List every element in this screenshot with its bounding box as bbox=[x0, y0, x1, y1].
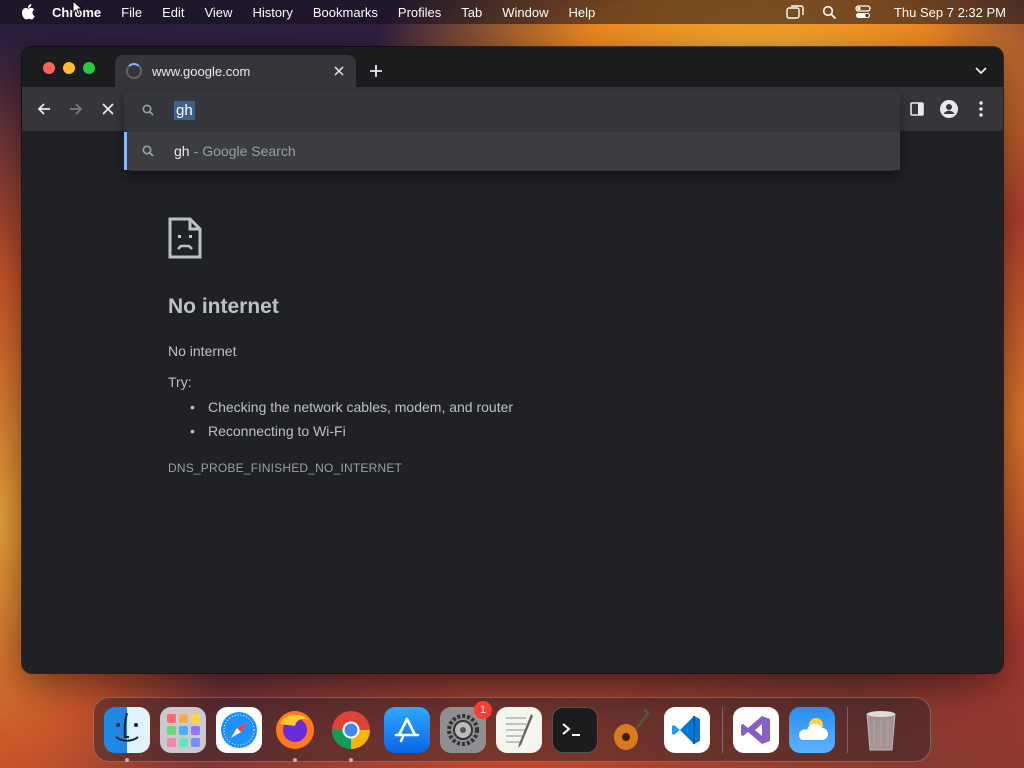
error-title: No internet bbox=[168, 295, 279, 318]
control-center-icon[interactable] bbox=[854, 3, 872, 21]
search-icon bbox=[140, 102, 156, 118]
side-panel-icon[interactable] bbox=[907, 99, 927, 119]
finder-icon bbox=[115, 712, 139, 742]
menu-status-area: Thu Sep 7 2:32 PM bbox=[786, 0, 1006, 24]
tab-strip: www.google.com bbox=[22, 47, 1003, 87]
dock-visual-studio-code[interactable] bbox=[664, 706, 710, 753]
menu-bookmarks[interactable]: Bookmarks bbox=[313, 5, 378, 20]
notification-badge: 1 bbox=[474, 700, 492, 719]
tab-title: www.google.com bbox=[152, 63, 251, 79]
suggestion-description: Google Search bbox=[202, 143, 296, 159]
dock-visual-studio[interactable] bbox=[733, 706, 779, 753]
terminal-icon bbox=[562, 722, 580, 736]
menu-edit[interactable]: Edit bbox=[162, 5, 184, 20]
dock: 1 bbox=[93, 697, 931, 762]
window-controls bbox=[43, 62, 95, 74]
launchpad-icon bbox=[167, 713, 200, 747]
forward-button[interactable] bbox=[66, 99, 86, 119]
dock-system-settings[interactable]: 1 bbox=[440, 700, 492, 753]
menu-clock[interactable]: Thu Sep 7 2:32 PM bbox=[894, 5, 1006, 20]
dock-safari[interactable] bbox=[216, 706, 262, 753]
error-suggestions: Checking the network cables, modem, and … bbox=[168, 395, 513, 443]
back-button[interactable] bbox=[34, 99, 54, 119]
error-message: No internet bbox=[168, 343, 237, 359]
dock-firefox[interactable] bbox=[272, 707, 318, 762]
minimize-window-button[interactable] bbox=[63, 62, 75, 74]
loading-spinner-icon bbox=[126, 63, 142, 79]
dock-textedit[interactable] bbox=[496, 706, 542, 753]
menu-file[interactable]: File bbox=[121, 5, 142, 20]
menu-history[interactable]: History bbox=[252, 5, 292, 20]
toolbar-right-tools bbox=[907, 99, 991, 119]
dock-launchpad[interactable] bbox=[160, 706, 206, 753]
tab-google[interactable]: www.google.com bbox=[115, 55, 356, 87]
menu-help[interactable]: Help bbox=[569, 5, 596, 20]
zoom-window-button[interactable] bbox=[83, 62, 95, 74]
dock-separator bbox=[847, 706, 848, 753]
mouse-cursor-icon bbox=[72, 0, 84, 16]
tab-search-chevron-icon[interactable] bbox=[973, 63, 989, 79]
list-item: Checking the network cables, modem, and … bbox=[168, 395, 513, 419]
weather-icon bbox=[798, 717, 828, 740]
guitar-icon bbox=[614, 707, 650, 750]
suggestion-separator: - bbox=[193, 143, 199, 159]
dock-finder[interactable] bbox=[104, 706, 150, 762]
omnibox-selected-text[interactable]: gh bbox=[174, 100, 195, 120]
chrome-icon bbox=[331, 710, 371, 749]
sad-page-icon bbox=[168, 217, 202, 259]
search-icon bbox=[140, 143, 156, 159]
stop-loading-button[interactable] bbox=[98, 99, 118, 119]
dock-weather[interactable] bbox=[789, 706, 835, 753]
list-item: Reconnecting to Wi-Fi bbox=[168, 419, 513, 443]
omnibox-input[interactable]: gh bbox=[174, 99, 195, 121]
menu-window[interactable]: Window bbox=[502, 5, 548, 20]
menu-tab[interactable]: Tab bbox=[461, 5, 482, 20]
running-indicator bbox=[293, 757, 297, 762]
apple-menu-icon[interactable] bbox=[18, 0, 38, 24]
menu-view[interactable]: View bbox=[204, 5, 232, 20]
screen-mirroring-icon[interactable] bbox=[786, 3, 804, 21]
textedit-icon bbox=[506, 713, 533, 748]
omnibox-suggestion[interactable]: gh - Google Search bbox=[124, 132, 900, 170]
try-label: Try: bbox=[168, 374, 192, 390]
dock-app-store[interactable] bbox=[384, 706, 430, 753]
dock-google-chrome[interactable] bbox=[328, 707, 374, 762]
firefox-icon bbox=[276, 710, 314, 749]
dock-terminal[interactable] bbox=[552, 706, 598, 753]
menu-items: Chrome File Edit View History Bookmarks … bbox=[52, 5, 615, 20]
profile-avatar-icon[interactable] bbox=[939, 99, 959, 119]
menu-profiles[interactable]: Profiles bbox=[398, 5, 441, 20]
tab-close-icon[interactable] bbox=[330, 62, 348, 80]
chrome-window: www.google.com No internet No internet T… bbox=[22, 47, 1003, 673]
running-indicator bbox=[349, 757, 353, 762]
dock-trash[interactable] bbox=[858, 707, 904, 753]
omnibox-input-row[interactable]: gh bbox=[124, 91, 900, 129]
error-code: DNS_PROBE_FINISHED_NO_INTERNET bbox=[168, 461, 403, 475]
error-page: No internet No internet Try: Checking th… bbox=[22, 131, 1003, 673]
menu-bar: Chrome File Edit View History Bookmarks … bbox=[0, 0, 1024, 24]
trash-icon bbox=[866, 710, 896, 750]
spotlight-search-icon[interactable] bbox=[820, 3, 838, 21]
close-window-button[interactable] bbox=[43, 62, 55, 74]
omnibox: gh gh - Google Search bbox=[124, 91, 900, 171]
suggestion-query: gh bbox=[174, 143, 190, 159]
app-store-icon bbox=[394, 717, 420, 742]
visual-studio-icon bbox=[741, 715, 770, 744]
dock-garageband[interactable] bbox=[608, 707, 654, 753]
running-indicator bbox=[125, 757, 129, 762]
dock-separator bbox=[722, 706, 723, 753]
gear-icon bbox=[447, 713, 479, 746]
more-menu-icon[interactable] bbox=[971, 99, 991, 119]
safari-icon bbox=[221, 711, 257, 748]
vscode-icon bbox=[672, 715, 700, 744]
new-tab-button[interactable] bbox=[366, 61, 386, 81]
